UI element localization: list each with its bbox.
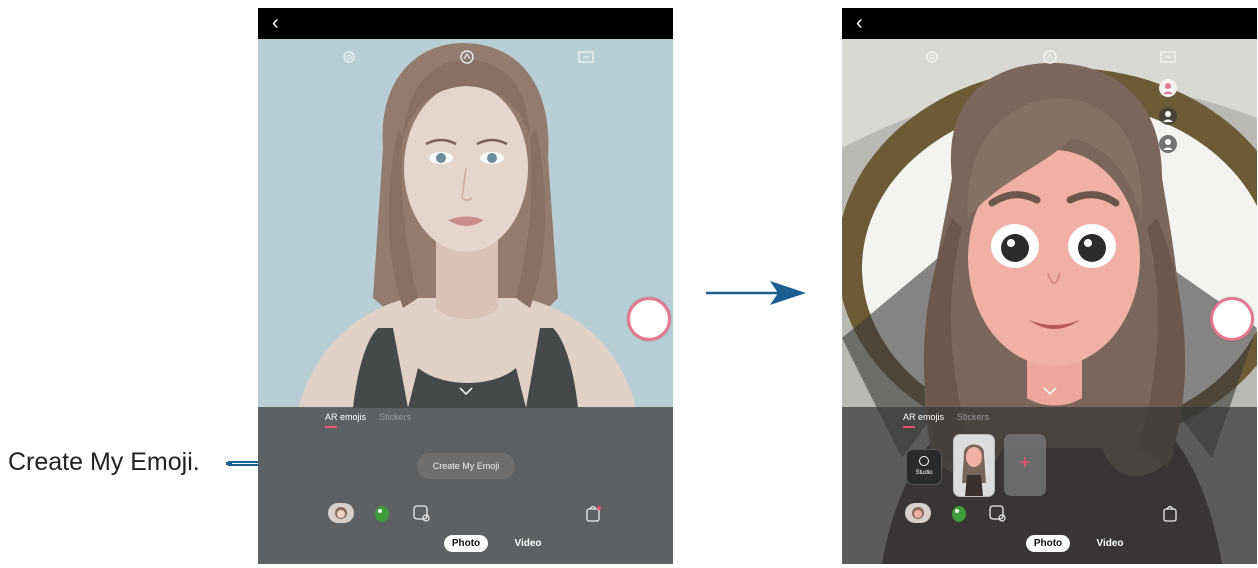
top-bar: ‹ (842, 8, 1257, 39)
back-icon[interactable]: ‹ (856, 13, 863, 33)
settings-icon[interactable] (922, 47, 942, 67)
switch-camera-icon[interactable] (1158, 47, 1178, 67)
ar-emoji-panel: AR emojis Stickers Create My Emoji Photo… (258, 407, 673, 564)
tab-ar-emojis[interactable]: AR emojis (903, 412, 944, 422)
plus-icon: + (1019, 452, 1031, 474)
shopping-bag-icon[interactable] (1157, 503, 1183, 523)
shopping-bag-icon[interactable] (580, 503, 606, 523)
emoji-settings-icon[interactable] (408, 503, 434, 523)
shutter-button[interactable] (1210, 297, 1254, 341)
my-emoji-avatar-icon (962, 444, 986, 496)
mask-mode-icon[interactable] (1158, 78, 1178, 98)
tab-stickers[interactable]: Stickers (379, 412, 411, 422)
studio-icon (919, 456, 929, 466)
emoji-settings-icon[interactable] (984, 503, 1010, 523)
chevron-down-icon[interactable] (1042, 386, 1058, 396)
effects-icon[interactable] (457, 47, 477, 67)
switch-camera-icon[interactable] (576, 47, 596, 67)
tab-stickers[interactable]: Stickers (957, 412, 989, 422)
active-tab-indicator (903, 426, 915, 428)
video-mode-button[interactable]: Video (508, 535, 548, 552)
play-mode-icon[interactable] (1158, 134, 1178, 154)
mirror-mode-icon[interactable] (1158, 106, 1178, 126)
settings-icon[interactable] (339, 47, 359, 67)
photo-mode-button[interactable]: Photo (1026, 535, 1070, 552)
top-bar: ‹ (258, 8, 673, 39)
add-emoji-button[interactable]: + (1004, 434, 1046, 496)
camera-preview-photo (258, 8, 673, 408)
character-emoji-icon[interactable] (947, 503, 973, 523)
ar-emoji-panel: AR emojis Stickers Studio + Photo Video (842, 407, 1257, 564)
transition-arrow-icon (706, 281, 806, 305)
chevron-down-icon[interactable] (458, 386, 474, 396)
video-mode-button[interactable]: Video (1090, 535, 1130, 552)
back-icon[interactable]: ‹ (272, 13, 279, 33)
photo-mode-button[interactable]: Photo (444, 535, 488, 552)
effects-icon[interactable] (1040, 47, 1060, 67)
shutter-button[interactable] (627, 297, 671, 341)
create-my-emoji-button[interactable]: Create My Emoji (417, 453, 515, 479)
left-screen: ‹ AR emojis Stickers Create My Emoji Pho… (258, 8, 673, 564)
my-emoji-thumbnail[interactable] (953, 434, 995, 497)
character-emoji-icon[interactable] (370, 503, 396, 523)
studio-label: Studio (915, 470, 933, 476)
callout-label: Create My Emoji. (8, 448, 200, 476)
my-emoji-mode-icon[interactable] (905, 503, 931, 523)
studio-button[interactable]: Studio (906, 449, 942, 485)
tab-ar-emojis[interactable]: AR emojis (325, 412, 366, 422)
right-screen: ‹ AR emojis Stickers Studio + Photo Vide… (842, 8, 1257, 564)
my-emoji-mode-icon[interactable] (328, 503, 354, 523)
active-tab-indicator (325, 426, 337, 428)
